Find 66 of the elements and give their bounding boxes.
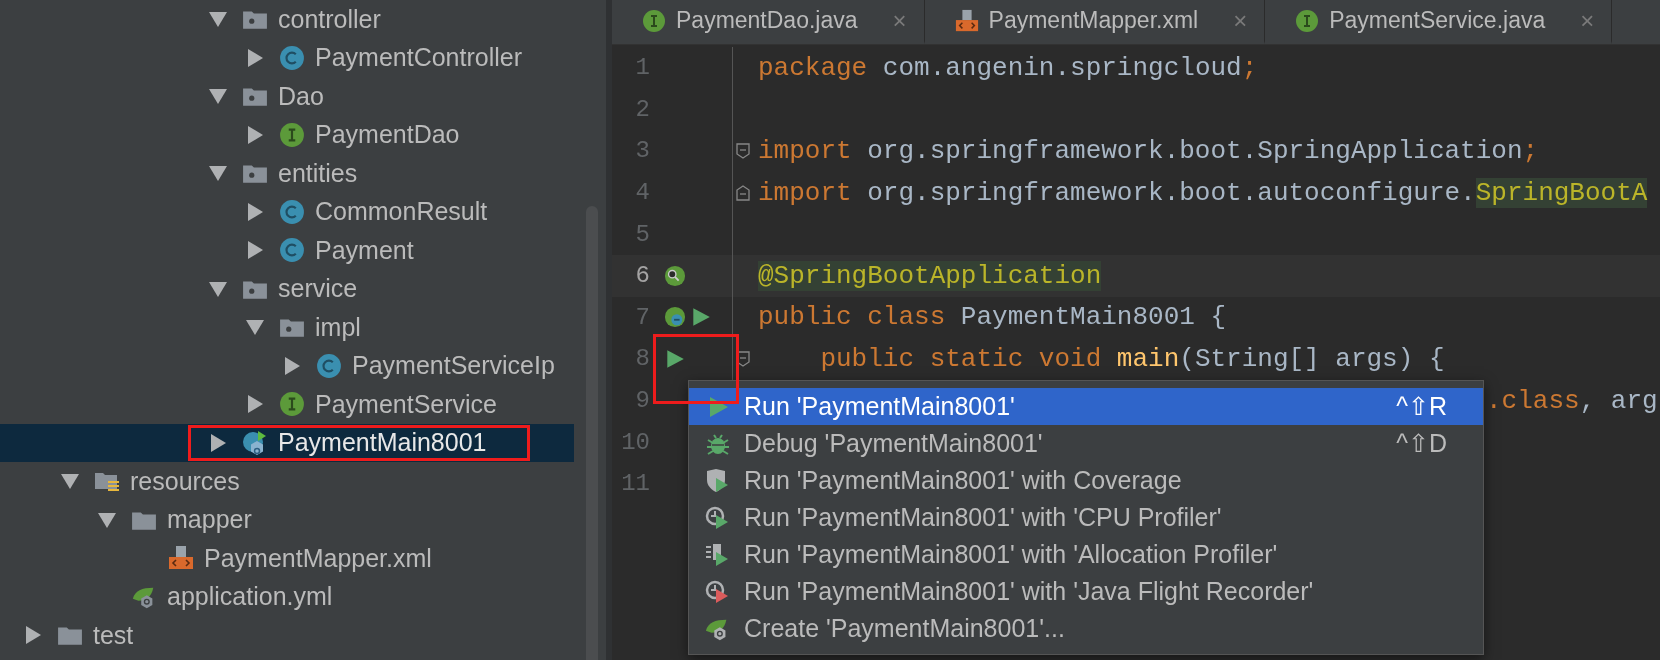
menu-item[interactable]: Run 'PaymentMain8001' with 'Allocation Profiler' [689,536,1483,573]
line-number: 4 [634,179,650,207]
tree-item[interactable]: test [0,616,606,655]
menu-item[interactable]: Debug 'PaymentMain8001' ^⇧D [689,425,1483,462]
tree-item[interactable]: PaymentService [0,385,606,424]
run-icon[interactable] [690,306,712,329]
line-number: 7 [634,303,650,331]
line-number: 8 [634,345,650,373]
line-number: 10 [620,428,650,456]
tree-item[interactable]: resources [0,462,606,501]
collapsed-arrow-icon[interactable] [282,355,302,376]
tree-item[interactable]: Payment [0,231,606,270]
collapsed-arrow-icon[interactable] [245,201,265,222]
code-line: import org.springframework.boot.autoconfigure.SpringBootA [757,177,1648,208]
code-line: public class PaymentMain8001 { [757,302,1227,333]
line-number: 9 [634,387,650,415]
menu-item[interactable]: Run 'PaymentMain8001' with 'CPU Profiler' [689,499,1483,536]
class-icon [279,44,305,71]
tree-item[interactable]: Dao [0,77,606,116]
menu-item[interactable]: Run 'PaymentMain8001' with 'Java Flight Recorder' [689,573,1483,610]
line-number: 1 [634,54,650,82]
tree-item[interactable]: entities [0,154,606,193]
collapsed-arrow-icon[interactable] [245,124,265,145]
line-number: 6 [634,262,650,290]
tree-item[interactable]: mapper [0,500,606,539]
line-number: 5 [634,220,650,248]
spring-bean-icon[interactable] [664,306,686,329]
interface-icon [642,8,666,33]
menu-item[interactable]: Create 'PaymentMain8001'... [689,610,1483,647]
line-number: 11 [620,470,650,498]
run-icon[interactable] [664,347,686,370]
xml-file-icon [168,545,194,572]
code-line: public static void main(String[] args) { [819,343,1445,374]
menu-item[interactable]: Run 'PaymentMain8001' ^⇧R [689,388,1483,425]
tree-item[interactable]: PaymentController [0,38,606,77]
spring-search-icon[interactable] [664,264,686,287]
interface-icon [279,391,305,418]
tree-item[interactable]: PaymentDao [0,115,606,154]
collapsed-arrow-icon[interactable] [23,625,43,646]
interface-icon [279,121,305,148]
line-number: 3 [634,137,650,165]
code-line: import org.springframework.boot.SpringApplication; [757,136,1539,166]
fold-marker-icon[interactable] [735,143,750,159]
collapsed-arrow-icon[interactable] [245,47,265,68]
tree-item[interactable]: impl [0,308,606,347]
code-line: .class, arg [1485,385,1658,416]
collapsed-arrow-icon[interactable] [208,432,228,453]
tree-item[interactable]: PaymentServiceIp [0,346,606,385]
tree-item[interactable]: service [0,269,606,308]
tree-item[interactable]: PaymentMapper.xml [0,539,606,578]
code-line: package com.angenin.springcloud; [757,52,1258,83]
tree-item[interactable]: PaymentMain8001 [0,423,574,462]
class-icon [279,237,305,264]
menu-item[interactable]: Run 'PaymentMain8001' with Coverage [689,462,1483,499]
xml-file-icon [954,8,979,33]
line-number: 2 [634,95,650,123]
collapsed-arrow-icon[interactable] [245,240,265,261]
tree-item[interactable]: controller [0,0,606,39]
class-icon [316,352,342,379]
collapsed-arrow-icon[interactable] [245,394,265,415]
class-icon [279,198,305,225]
tree-item[interactable]: CommonResult [0,192,606,231]
fold-marker-icon[interactable] [735,184,750,201]
interface-icon [1295,8,1320,33]
spring-class-icon [242,429,268,456]
tree-item[interactable]: application.yml [0,577,606,616]
